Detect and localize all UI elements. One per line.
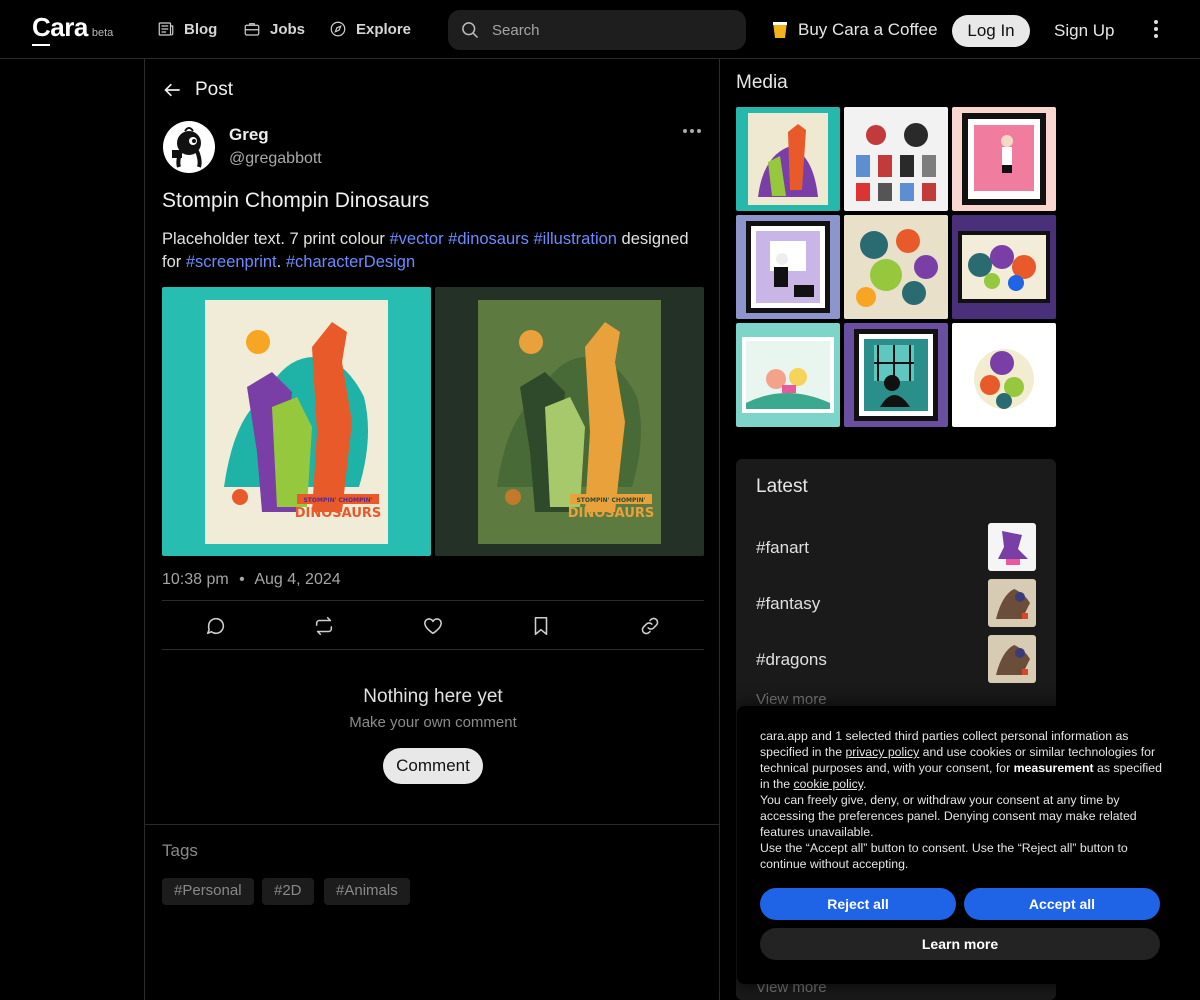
nav-blog-link[interactable]: Blog [157, 20, 217, 38]
media-thumbnail[interactable] [736, 323, 840, 427]
cookie-consent-text: cara.app and 1 selected third parties co… [760, 728, 1170, 872]
poster-caption-top: STOMPIN' CHOMPIN' [303, 497, 372, 504]
comment-button[interactable]: Comment [383, 748, 483, 784]
empty-comments-subtitle: Make your own comment [349, 714, 517, 731]
latest-item[interactable]: #fantasy [756, 594, 820, 614]
media-title: Media [736, 72, 788, 93]
nav-jobs-link[interactable]: Jobs [243, 20, 305, 38]
latest-thumbnail[interactable] [988, 523, 1036, 571]
media-thumbnail[interactable] [844, 323, 948, 427]
poster-caption-top: STOMPIN' CHOMPIN' [576, 497, 645, 504]
link-icon[interactable] [639, 615, 661, 637]
body-text: . [276, 253, 282, 271]
coffee-cup-icon [773, 22, 787, 38]
more-menu-icon[interactable] [1148, 20, 1164, 42]
search-input[interactable] [492, 21, 732, 39]
post-options-icon[interactable] [683, 129, 701, 133]
cookie-text: You can freely give, deny, or withdraw y… [760, 793, 1137, 839]
poster-caption-bottom: DINOSAURS [568, 506, 655, 521]
top-navbar: Cara beta Blog Jobs Explore Buy Cara a C… [0, 0, 1200, 59]
comment-icon[interactable] [205, 615, 227, 637]
nav-jobs-label: Jobs [270, 20, 306, 38]
hashtag-link[interactable]: #characterDesign [286, 253, 415, 271]
media-thumbnail[interactable] [736, 107, 840, 211]
post-image-green[interactable]: STOMPIN' CHOMPIN' DINOSAURS [435, 287, 704, 556]
cara-logo[interactable]: Cara beta [32, 12, 114, 46]
hashtag-link[interactable]: #dinosaurs [448, 230, 529, 248]
post-column: Post Greg @gregabbott Stompin Chompin Di… [144, 59, 720, 1000]
media-thumbnail[interactable] [952, 107, 1056, 211]
tags-title: Tags [162, 841, 198, 860]
nav-explore-link[interactable]: Explore [329, 20, 411, 38]
bookmark-icon[interactable] [530, 615, 552, 637]
post-date: Aug 4, 2024 [254, 571, 341, 588]
poster-caption-bottom: DINOSAURS [295, 506, 382, 521]
nav-blog-label: Blog [184, 20, 218, 38]
hashtag-link[interactable]: #illustration [534, 230, 617, 248]
privacy-policy-link[interactable]: privacy policy [845, 745, 919, 759]
tag-chip[interactable]: #2D [262, 878, 314, 905]
briefcase-icon [244, 23, 260, 36]
post-actions-bar [162, 600, 704, 650]
post-image-teal[interactable]: STOMPIN' CHOMPIN' DINOSAURS [162, 287, 431, 556]
body-text: Placeholder text. 7 print colour [162, 230, 390, 248]
compass-icon [330, 21, 346, 37]
search-bar [448, 10, 746, 50]
post-timestamp: 10:38 pm • Aug 4, 2024 [162, 571, 341, 589]
learn-more-button[interactable]: Learn more [760, 928, 1160, 960]
media-thumbnail[interactable] [952, 215, 1056, 319]
latest-thumbnail[interactable] [988, 635, 1036, 683]
cookie-measurement: measurement [1013, 761, 1094, 775]
post-description: Placeholder text. 7 print colour #vector… [162, 228, 707, 274]
latest-item[interactable]: #fanart [756, 538, 809, 558]
author-handle[interactable]: @gregabbott [229, 150, 322, 168]
newspaper-icon [158, 22, 174, 36]
author-avatar[interactable] [163, 121, 215, 173]
logo-beta-badge: beta [91, 27, 114, 39]
nav-explore-label: Explore [356, 20, 412, 38]
search-icon [462, 22, 479, 39]
latest-title: Latest [756, 476, 808, 497]
cookie-text: Use the “Accept all” button to consent. … [760, 841, 1128, 871]
hashtag-link[interactable]: #screenprint [186, 253, 277, 271]
post-header-label: Post [195, 79, 234, 100]
media-thumbnail[interactable] [844, 107, 948, 211]
author-name[interactable]: Greg [229, 125, 269, 145]
logo-text: Cara [32, 12, 88, 46]
cookie-consent-banner: cara.app and 1 selected third parties co… [737, 706, 1200, 984]
buy-coffee-link[interactable]: Buy Cara a Coffee [772, 20, 938, 40]
latest-item[interactable]: #dragons [756, 650, 827, 670]
tag-chip[interactable]: #Personal [162, 878, 254, 905]
tag-chip[interactable]: #Animals [324, 878, 410, 905]
post-time: 10:38 pm [162, 571, 229, 588]
accept-all-button[interactable]: Accept all [964, 888, 1160, 920]
cookie-text: . [863, 777, 867, 791]
timestamp-separator: • [239, 571, 245, 588]
latest-thumbnail[interactable] [988, 579, 1036, 627]
hashtag-link[interactable]: #vector [389, 230, 443, 248]
tags-section: Tags #Personal #2D #Animals [145, 824, 719, 1000]
arrow-left-icon [164, 83, 180, 97]
empty-comments-title: Nothing here yet [363, 686, 503, 707]
login-button[interactable]: Log In [952, 15, 1030, 47]
reject-all-button[interactable]: Reject all [760, 888, 956, 920]
signup-link[interactable]: Sign Up [1054, 21, 1114, 41]
buy-coffee-label: Buy Cara a Coffee [798, 20, 938, 39]
cookie-policy-link[interactable]: cookie policy [794, 777, 864, 791]
media-thumbnail[interactable] [844, 215, 948, 319]
back-to-post[interactable]: Post [163, 79, 233, 101]
media-thumbnail[interactable] [952, 323, 1056, 427]
post-title: Stompin Chompin Dinosaurs [162, 189, 430, 212]
media-thumbnail[interactable] [736, 215, 840, 319]
repost-icon[interactable] [313, 615, 335, 637]
heart-icon[interactable] [422, 615, 444, 637]
